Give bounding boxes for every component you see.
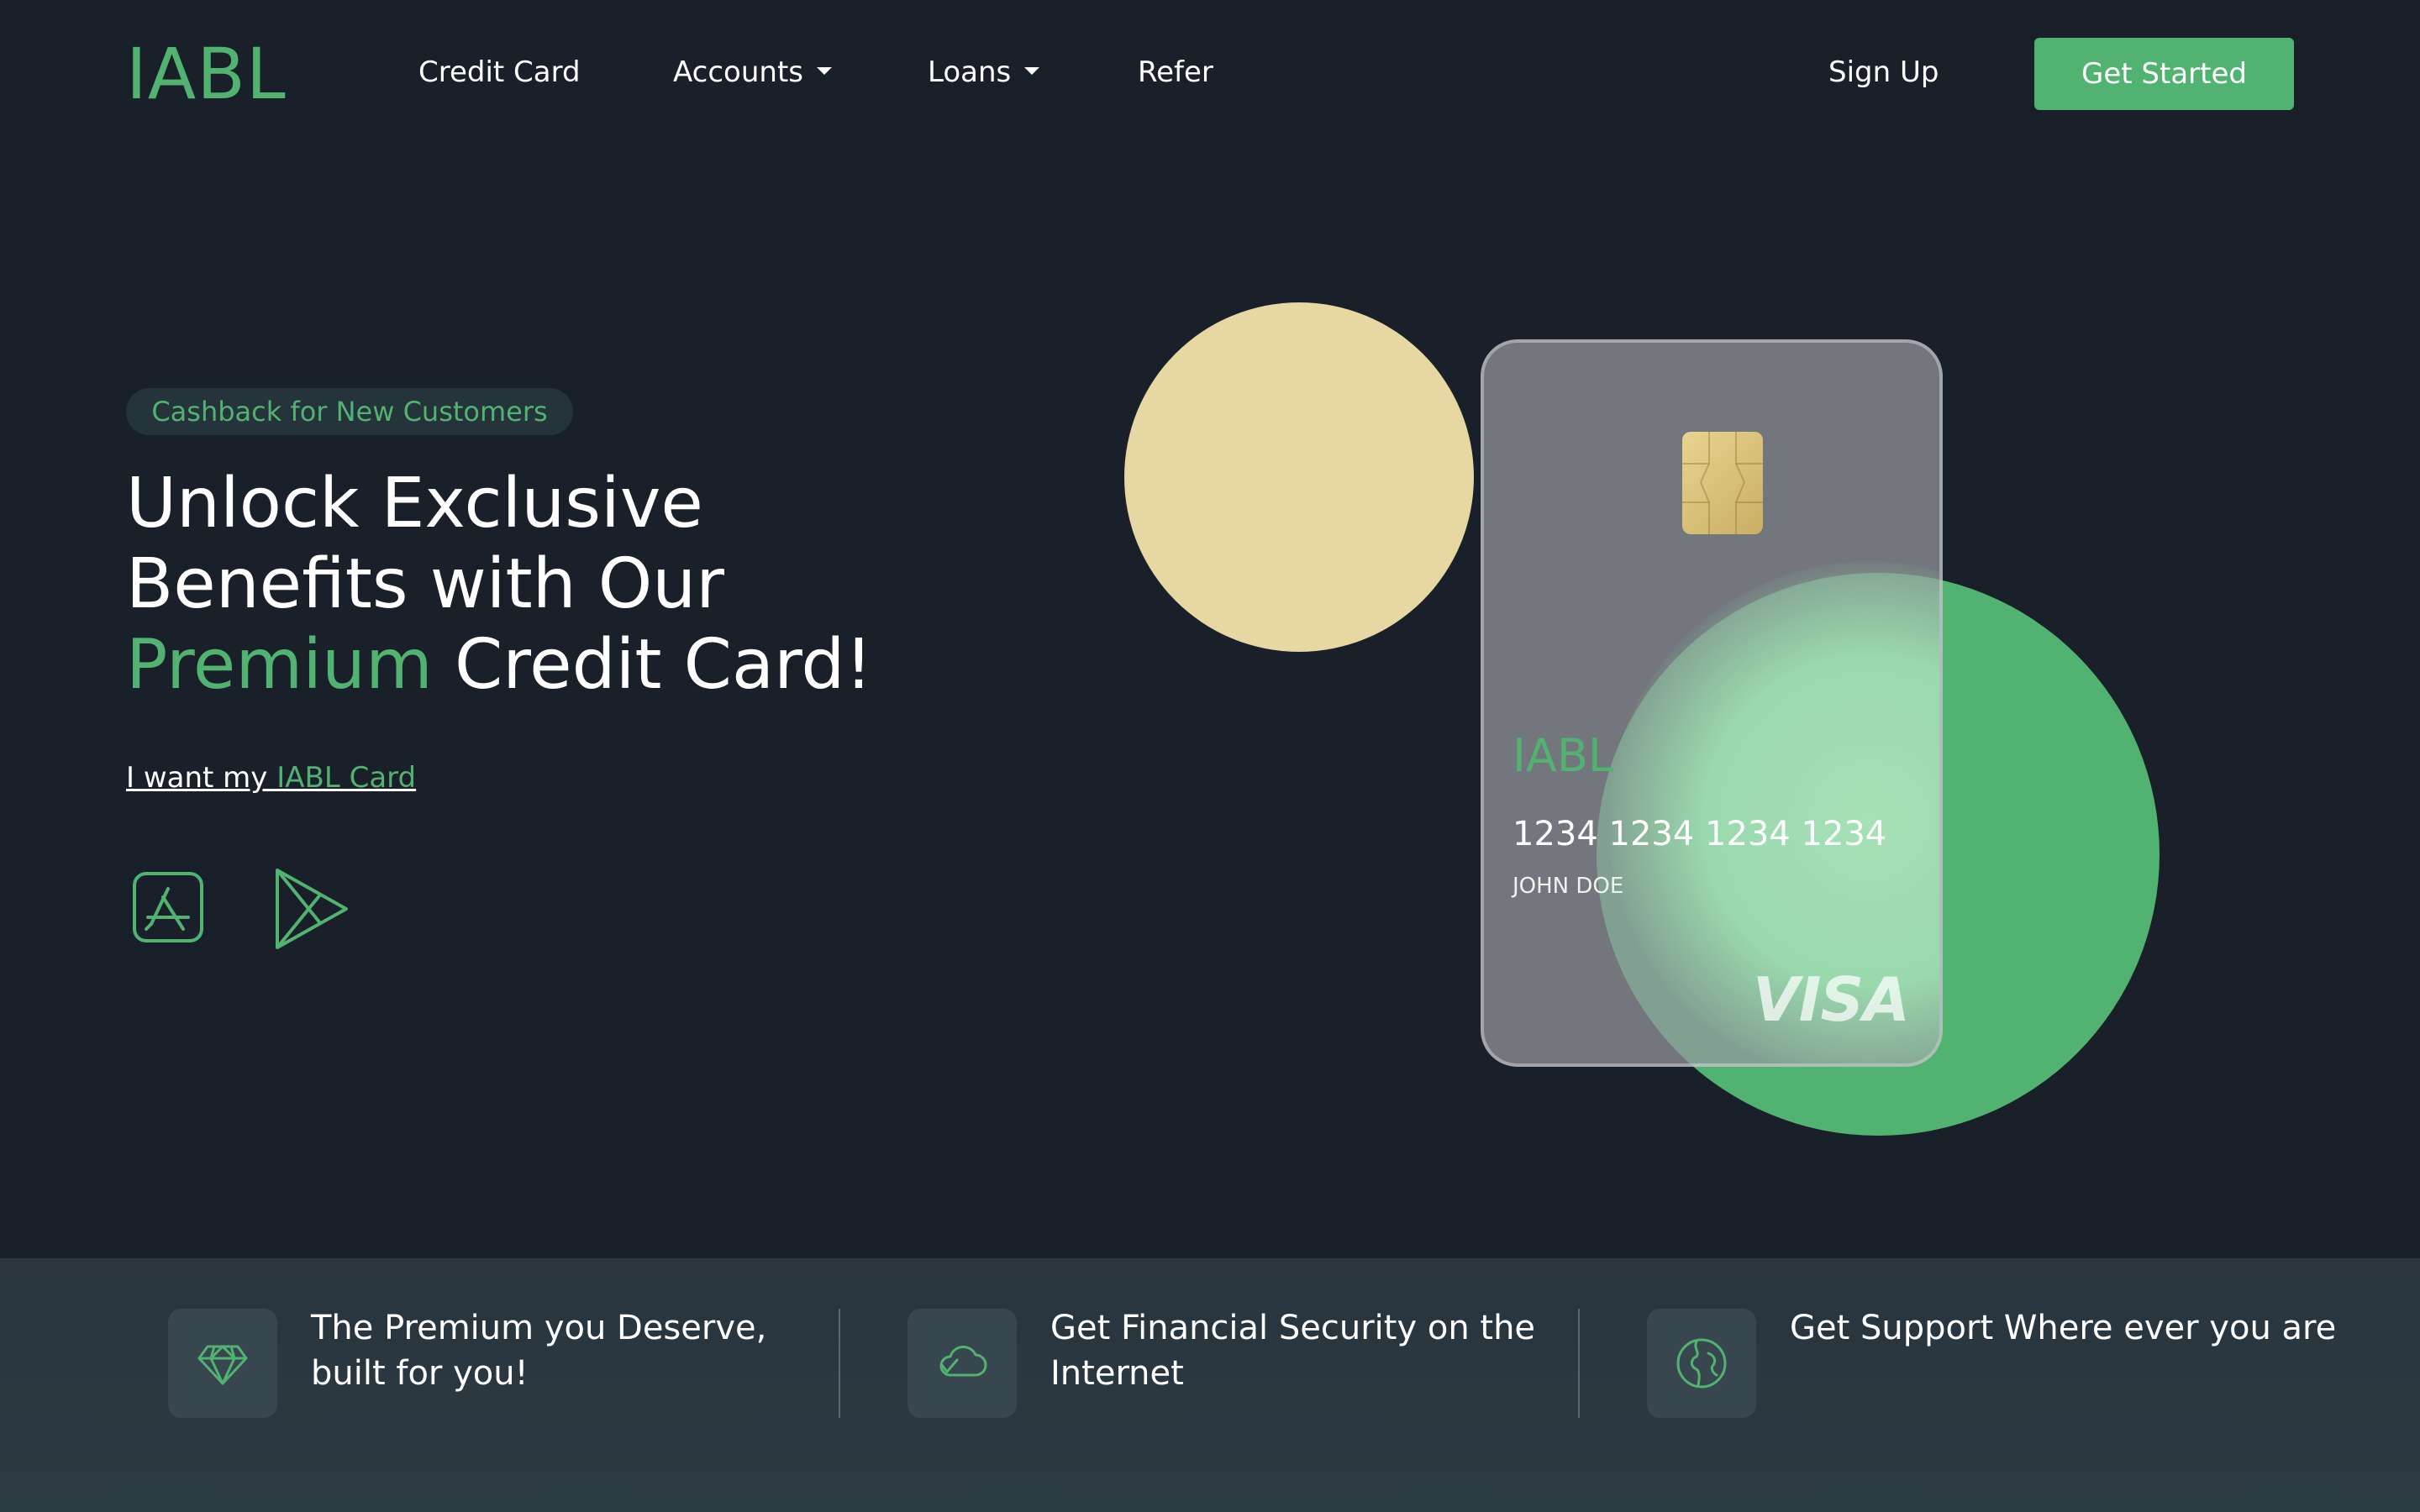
logo[interactable]: IABL <box>126 32 287 116</box>
nav-accounts-label: Accounts <box>673 55 803 89</box>
nav-loans-dropdown[interactable]: Loans <box>928 54 1040 91</box>
diamond-icon <box>197 1345 248 1385</box>
headline-line-1: Unlock Exclusive <box>126 464 703 543</box>
card-chip-icon <box>1682 432 1763 534</box>
card-brand: IABL <box>1512 729 1613 782</box>
nav-refer[interactable]: Refer <box>1138 54 1213 91</box>
cloud-check-icon <box>939 1346 987 1377</box>
feature-cloud-tile <box>908 1309 1017 1418</box>
decorative-yellow-circle <box>1124 302 1474 652</box>
chevron-down-icon <box>817 67 832 75</box>
nav-refer-label: Refer <box>1138 55 1213 89</box>
feature-text-security: Get Financial Security on the Internet <box>1050 1309 1536 1393</box>
nav-loans-label: Loans <box>928 55 1012 89</box>
feature-text-premium: The Premium you Deserve, built for you! <box>311 1309 767 1393</box>
card-cta-prefix: I want my <box>126 761 277 795</box>
features-strip: The Premium you Deserve, built for you! … <box>0 1258 2420 1512</box>
headline-highlight: Premium <box>126 625 433 705</box>
chevron-down-icon <box>1024 67 1040 75</box>
headline-line-3: Credit Card! <box>432 625 873 705</box>
feature-divider <box>1578 1309 1580 1418</box>
sign-up-link[interactable]: Sign Up <box>1828 54 1939 91</box>
nav-accounts-dropdown[interactable]: Accounts <box>673 54 832 91</box>
headline-line-2: Benefits with Our <box>126 544 724 624</box>
feature-text-support: Get Support Where ever you are <box>1790 1309 2337 1347</box>
hero-headline: Unlock Exclusive Benefits with Our Premi… <box>126 464 872 706</box>
get-started-button[interactable]: Get Started <box>2034 38 2294 110</box>
visa-logo: VISA <box>1752 964 1910 1035</box>
nav-credit-card[interactable]: Credit Card <box>418 54 581 91</box>
card-number: 1234 1234 1234 1234 <box>1512 815 1887 853</box>
play-store-icon[interactable] <box>271 865 355 958</box>
card-cta-link[interactable]: I want my IABL Card <box>126 759 416 796</box>
globe-icon <box>1676 1338 1727 1389</box>
card-cta-highlight: IABL Card <box>276 761 417 795</box>
nav-credit-card-label: Credit Card <box>418 55 581 89</box>
app-store-icon[interactable] <box>126 865 210 958</box>
feature-globe-tile <box>1647 1309 1756 1418</box>
feature-divider <box>839 1309 840 1418</box>
credit-card-illustration: IABL 1234 1234 1234 1234 JOHN DOE VISA <box>1481 339 1943 1067</box>
cashback-badge: Cashback for New Customers <box>126 388 573 435</box>
feature-diamond-tile <box>168 1309 277 1418</box>
card-holder-name: JOHN DOE <box>1512 874 1624 899</box>
